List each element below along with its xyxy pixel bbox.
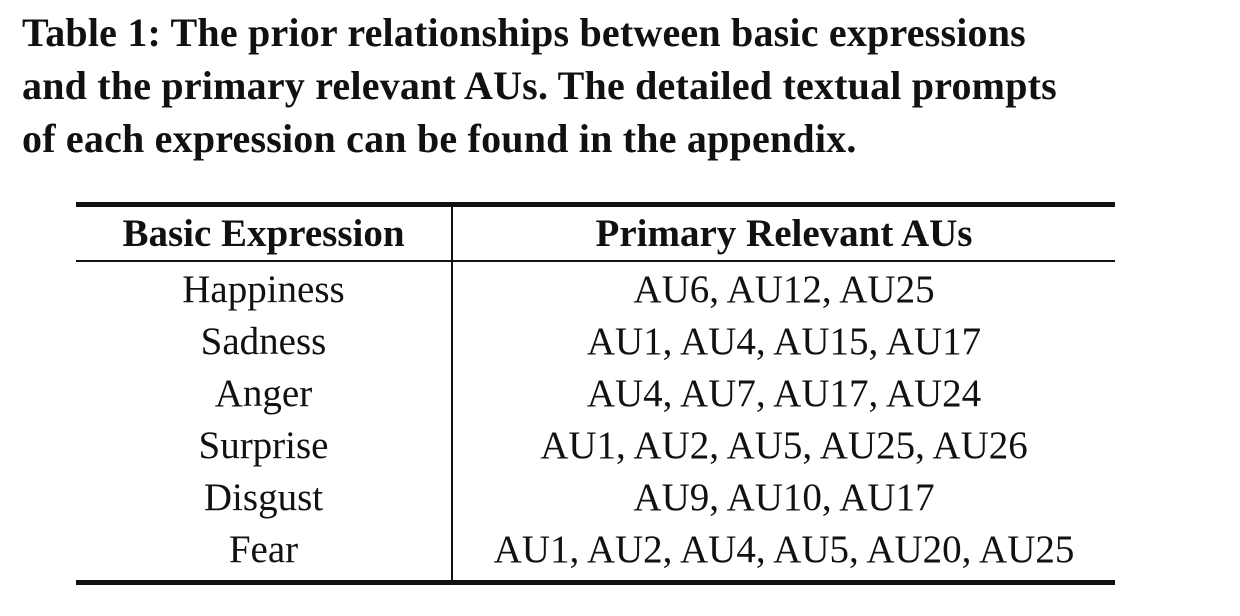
au-cell: AU4, AU7, AU17, AU24 <box>586 372 982 415</box>
au-cell: AU1, AU2, AU4, AU5, AU20, AU25 <box>493 528 1075 571</box>
caption-line: and the primary relevant AUs. The detail… <box>22 63 1057 108</box>
expression-cell: Fear <box>76 524 453 583</box>
header-primary-relevant-aus: Primary Relevant AUs <box>595 212 973 255</box>
caption-line: Table 1: The prior relationships between… <box>22 10 1026 55</box>
expression-cell: Disgust <box>76 472 453 524</box>
header-row: Basic Expression Primary Relevant AUs <box>76 204 1115 261</box>
caption-line: of each expression can be found in the a… <box>22 116 857 161</box>
data-table: Basic Expression Primary Relevant AUs Ha… <box>76 202 1115 585</box>
table-row: Fear AU1, AU2, AU4, AU5, AU20, AU25 <box>76 524 1115 583</box>
expression-cell: Happiness <box>76 261 453 316</box>
table-row: Surprise AU1, AU2, AU5, AU25, AU26 <box>76 420 1115 472</box>
expression-au-table: Basic Expression Primary Relevant AUs Ha… <box>76 202 1115 585</box>
expression-cell: Sadness <box>76 316 453 368</box>
header-basic-expression: Basic Expression <box>76 204 453 261</box>
au-cell: AU1, AU2, AU5, AU25, AU26 <box>540 424 1028 467</box>
expression-cell: Anger <box>76 368 453 420</box>
expression-cell: Surprise <box>76 420 453 472</box>
table-row: Disgust AU9, AU10, AU17 <box>76 472 1115 524</box>
table-row: Happiness AU6, AU12, AU25 <box>76 261 1115 316</box>
au-cell: AU1, AU4, AU15, AU17 <box>586 320 982 363</box>
table-row: Anger AU4, AU7, AU17, AU24 <box>76 368 1115 420</box>
table-row: Sadness AU1, AU4, AU15, AU17 <box>76 316 1115 368</box>
au-cell: AU6, AU12, AU25 <box>633 268 935 311</box>
au-cell: AU9, AU10, AU17 <box>633 476 935 519</box>
table-caption: Table 1: The prior relationships between… <box>22 6 1222 165</box>
